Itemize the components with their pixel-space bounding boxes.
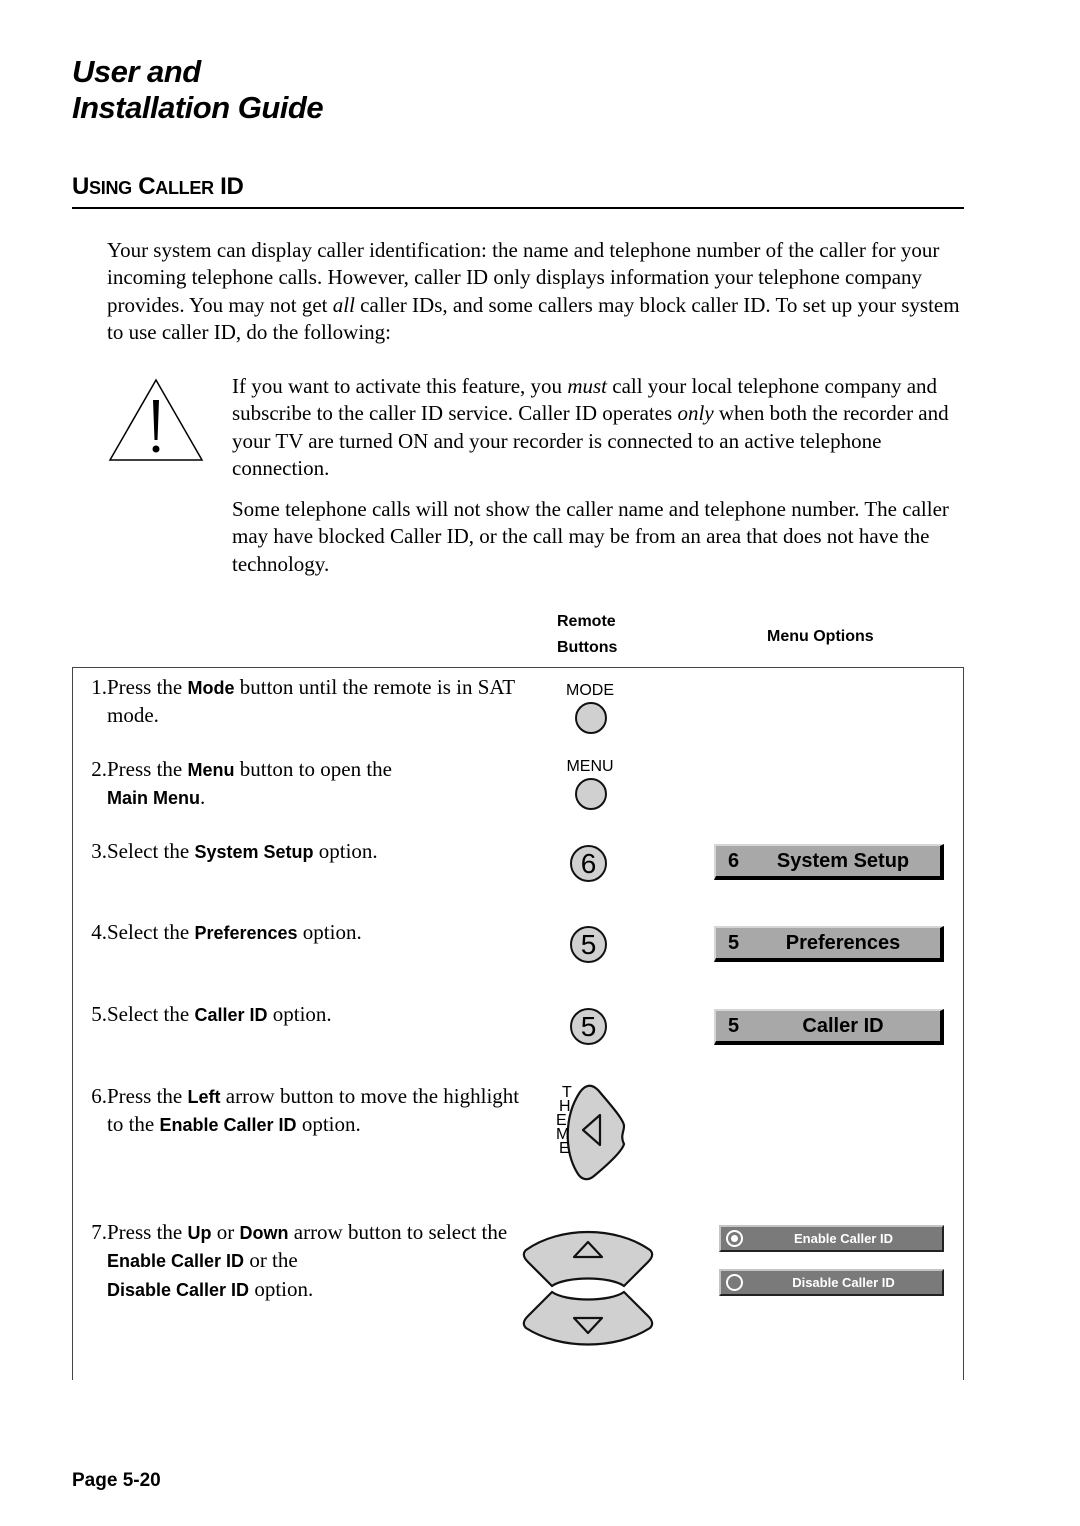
down-arrow-button-icon <box>522 1290 654 1346</box>
digit-5-button-icon: 5 <box>570 926 607 963</box>
mode-button-icon <box>575 702 607 734</box>
up-arrow-button-icon <box>522 1230 654 1288</box>
digit-6-button-icon: 6 <box>570 845 607 882</box>
step-1: 1. Press the Mode button until the remot… <box>91 675 515 728</box>
step-5: 5. Select the Caller ID option. <box>91 1002 332 1026</box>
menu-button-label: MENU <box>566 758 614 775</box>
document-title: User and Installation Guide <box>72 54 324 126</box>
title-line-2: Installation Guide <box>72 90 324 125</box>
page-number: Page 5-20 <box>72 1470 161 1491</box>
digit-5-button-icon: 5 <box>570 1008 607 1045</box>
radio-option-disable-caller-id[interactable]: Disable Caller ID <box>719 1269 944 1296</box>
step-2: 2. Press the Menu button to open the Mai… <box>91 757 392 810</box>
menu-option-caller-id[interactable]: 5 Caller ID <box>714 1009 944 1045</box>
menu-option-preferences[interactable]: 5 Preferences <box>714 926 944 962</box>
column-header-menu-options: Menu Options <box>767 628 874 645</box>
column-header-remote-buttons: Remote Buttons <box>557 613 618 656</box>
up-down-arrow-buttons <box>522 1230 654 1346</box>
radio-selected-icon <box>726 1230 743 1247</box>
warning-triangle-icon <box>108 378 204 461</box>
step-4: 4. Select the Preferences option. <box>91 920 362 944</box>
step-3: 3. Select the System Setup option. <box>91 839 378 863</box>
intro-paragraph: Your system can display caller identific… <box>107 238 960 344</box>
title-line-1: User and <box>72 54 201 89</box>
mode-button-label: MODE <box>566 682 614 699</box>
step-7: 7. Press the Up or Down arrow button to … <box>91 1220 508 1301</box>
menu-button-icon <box>575 778 607 810</box>
section-divider <box>72 207 964 209</box>
radio-unselected-icon <box>726 1274 743 1291</box>
section-heading: USING CALLER ID <box>72 173 244 200</box>
warning-paragraph-subscribe: If you want to activate this feature, yo… <box>232 374 949 480</box>
step-6: 6. Press the Left arrow button to move t… <box>91 1084 520 1137</box>
radio-option-enable-caller-id[interactable]: Enable Caller ID <box>719 1225 944 1252</box>
warning-paragraph-blocked: Some telephone calls will not show the c… <box>232 497 949 576</box>
theme-label: T H E M E <box>556 1084 572 1157</box>
menu-option-system-setup[interactable]: 6 System Setup <box>714 844 944 880</box>
